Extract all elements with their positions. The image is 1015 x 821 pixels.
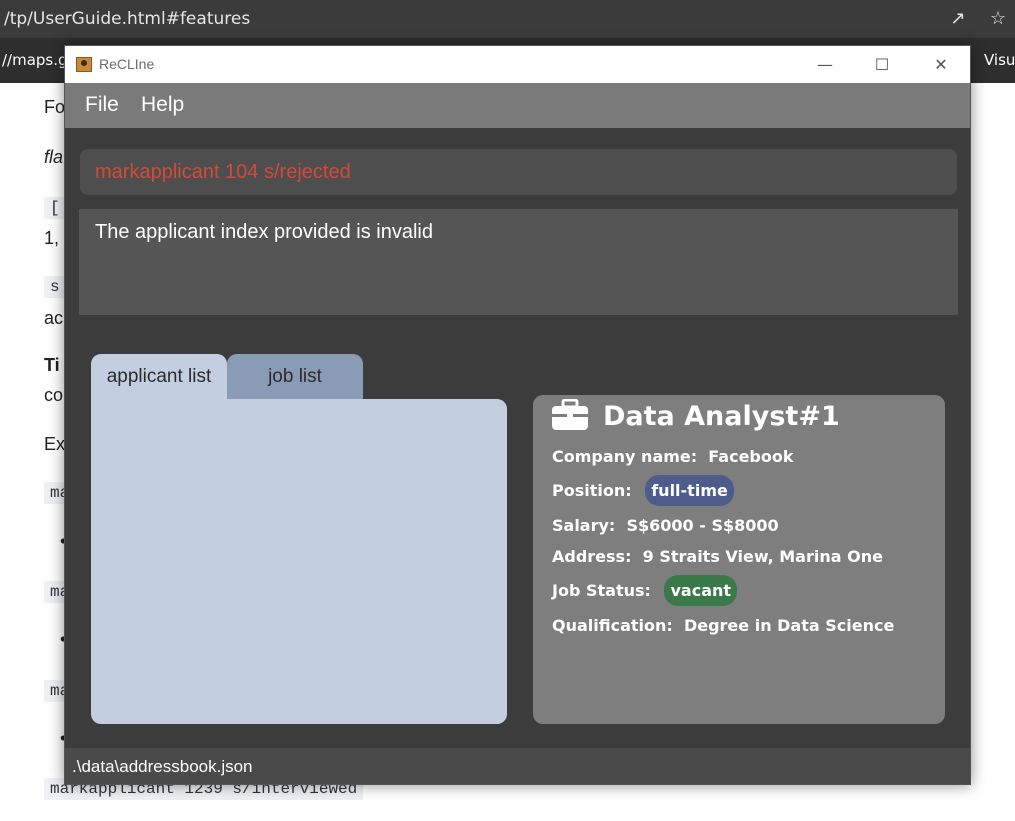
browser-address-bar[interactable]: /tp/UserGuide.html#features ↗ ☆ xyxy=(0,0,1015,38)
recline-window: ReCLIne — ☐ ✕ File Help markapplicant 10… xyxy=(64,45,971,785)
doc-text-fragment: Fo xyxy=(44,97,66,117)
window-titlebar[interactable]: ReCLIne — ☐ ✕ xyxy=(65,46,970,83)
menu-bar: File Help xyxy=(65,83,970,128)
menu-file[interactable]: File xyxy=(85,93,119,117)
doc-text-fragment: Ex xyxy=(44,434,66,454)
job-detail-card: Data Analyst#1 Company name: Facebook Po… xyxy=(533,395,945,724)
address-row: Address: 9 Straits View, Marina One xyxy=(552,547,883,566)
browser-url-text: /tp/UserGuide.html#features xyxy=(4,9,251,29)
salary-value: S$6000 - S$8000 xyxy=(626,516,779,535)
position-row: Position: full-time xyxy=(552,475,734,506)
briefcase-icon xyxy=(552,399,588,430)
app-icon xyxy=(76,57,92,72)
company-value: Facebook xyxy=(708,447,794,466)
qualification-value: Degree in Data Science xyxy=(683,616,895,635)
save-file-path: .\data\addressbook.json xyxy=(72,757,253,776)
address-value: 9 Straits View, Marina One xyxy=(642,547,883,566)
minimize-button[interactable]: — xyxy=(802,46,848,83)
qualification-label: Qualification: xyxy=(552,616,673,635)
doc-text-fragment: fla xyxy=(44,147,64,167)
doc-code-fragment: [ xyxy=(44,197,66,219)
company-row: Company name: Facebook xyxy=(552,447,794,466)
salary-label: Salary: xyxy=(552,516,616,535)
tab-applicant-list[interactable]: applicant list xyxy=(91,354,227,399)
command-input[interactable]: markapplicant 104 s/rejected xyxy=(80,149,957,195)
job-title: Data Analyst#1 xyxy=(603,401,840,432)
applicant-list-panel[interactable] xyxy=(91,399,507,724)
tab-job-list[interactable]: job list xyxy=(227,354,363,399)
address-label: Address: xyxy=(552,547,632,566)
doc-text-fragment: ac xyxy=(44,308,64,328)
doc-text-fragment: co xyxy=(44,385,64,405)
doc-text-fragment: Ti xyxy=(44,355,60,375)
position-tag: full-time xyxy=(645,475,734,506)
share-icon[interactable]: ↗ xyxy=(947,0,969,38)
qualification-row: Qualification: Degree in Data Science xyxy=(552,616,894,635)
window-title: ReCLIne xyxy=(99,56,155,72)
job-status-row: Job Status: vacant xyxy=(552,575,738,606)
doc-code-fragment: s xyxy=(44,276,66,298)
result-message: The applicant index provided is invalid xyxy=(95,221,433,243)
maximize-button[interactable]: ☐ xyxy=(859,46,905,83)
job-status-tag: vacant xyxy=(664,575,738,606)
bookmark-visu[interactable]: Visu xyxy=(984,38,1015,83)
company-label: Company name: xyxy=(552,447,698,466)
result-display: The applicant index provided is invalid xyxy=(79,209,958,315)
doc-text-fragment: 1, xyxy=(44,228,60,248)
close-button[interactable]: ✕ xyxy=(918,46,964,83)
job-status-label: Job Status: xyxy=(552,581,651,600)
position-label: Position: xyxy=(552,481,632,500)
menu-help[interactable]: Help xyxy=(141,93,184,117)
status-bar: .\data\addressbook.json xyxy=(65,748,970,784)
salary-row: Salary: S$6000 - S$8000 xyxy=(552,516,779,535)
star-icon[interactable]: ☆ xyxy=(987,0,1009,38)
